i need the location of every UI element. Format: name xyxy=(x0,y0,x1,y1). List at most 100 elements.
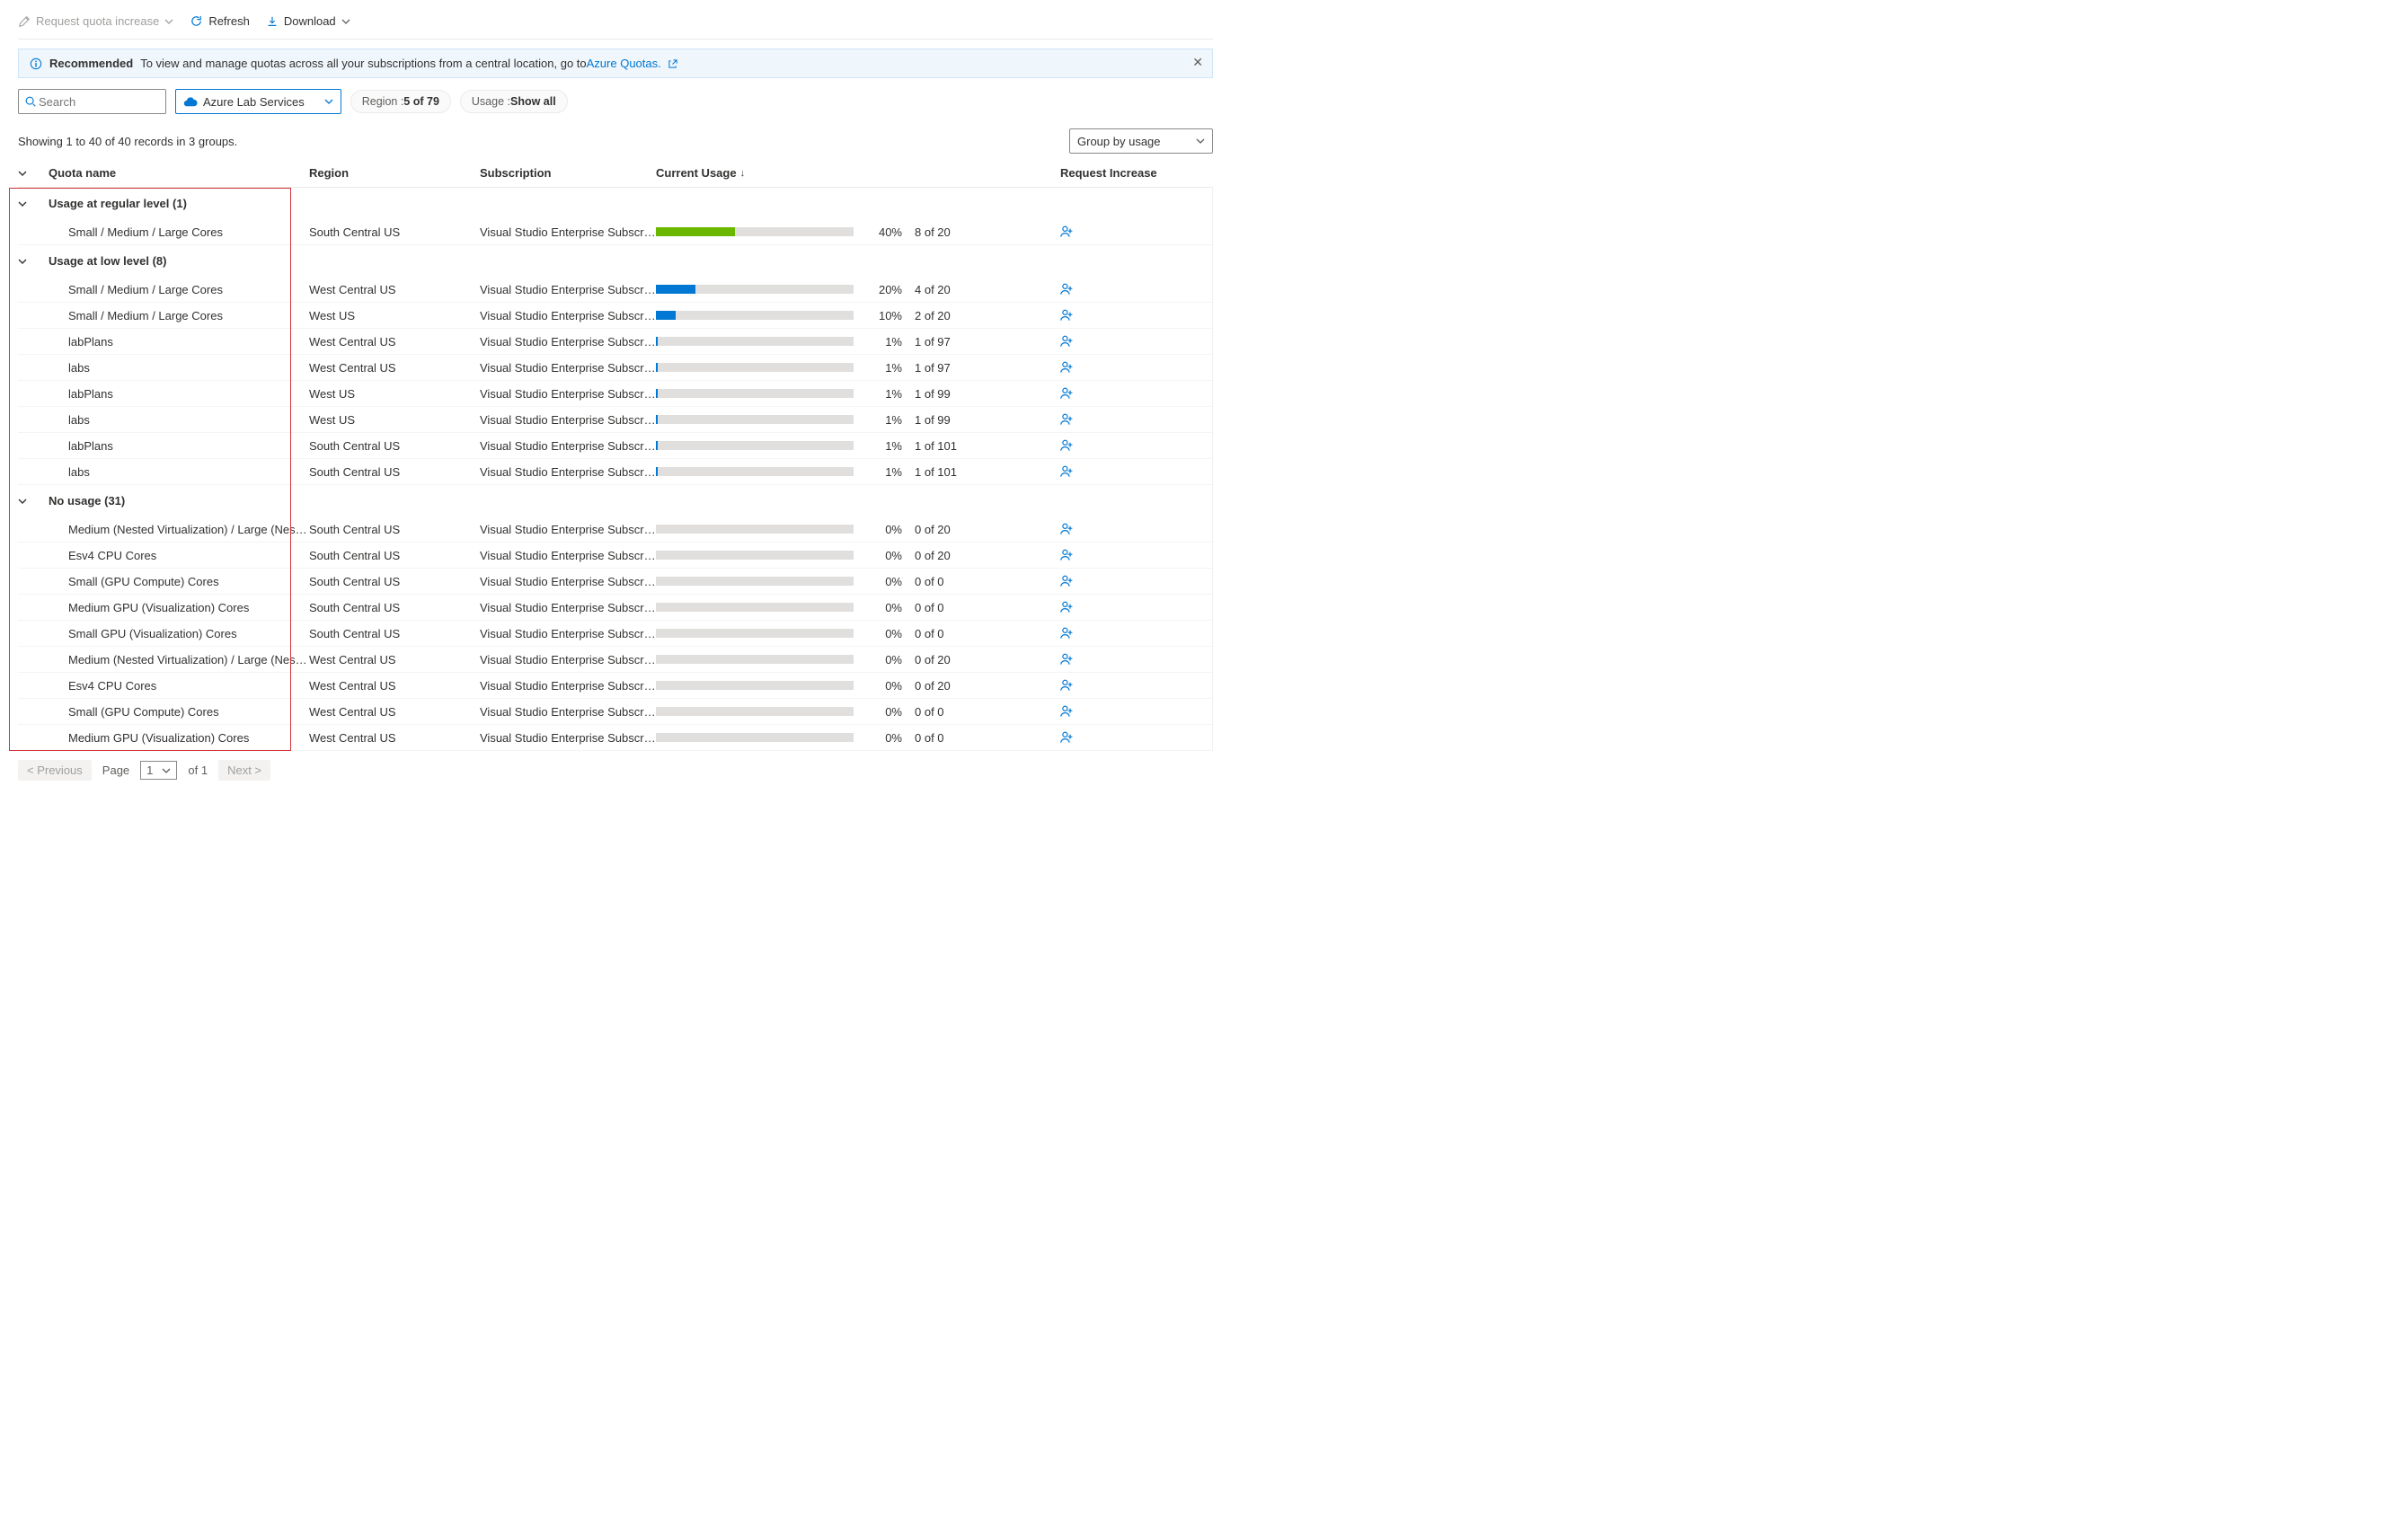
usage-bar-track xyxy=(656,577,854,586)
usage-cell: 1% 1 of 97 xyxy=(656,335,1059,349)
next-page-button[interactable]: Next > xyxy=(218,760,270,781)
request-increase-cell[interactable] xyxy=(1059,334,1212,349)
quota-row[interactable]: Medium (Nested Virtualization) / Large (… xyxy=(18,516,1212,543)
region-cell: West US xyxy=(309,309,480,322)
quota-row[interactable]: labs South Central US Visual Studio Ente… xyxy=(18,459,1212,485)
previous-page-button[interactable]: < Previous xyxy=(18,760,92,781)
request-increase-cell[interactable] xyxy=(1059,282,1212,296)
usage-bar-track xyxy=(656,389,854,398)
usage-bar-track xyxy=(656,603,854,612)
usage-bar-track xyxy=(656,415,854,424)
request-increase-cell[interactable] xyxy=(1059,360,1212,375)
quota-row[interactable]: Small / Medium / Large Cores South Centr… xyxy=(18,219,1212,245)
col-header-usage[interactable]: Current Usage↓ xyxy=(656,166,1060,180)
usage-percent: 40% xyxy=(866,225,902,239)
request-quota-increase-button[interactable]: Request quota increase xyxy=(18,14,173,28)
quota-row[interactable]: Medium GPU (Visualization) Cores West Ce… xyxy=(18,725,1212,751)
request-increase-cell[interactable] xyxy=(1059,652,1212,666)
col-header-quota[interactable]: Quota name xyxy=(49,166,309,180)
quota-row[interactable]: Small (GPU Compute) Cores South Central … xyxy=(18,569,1212,595)
external-link-icon xyxy=(668,59,677,69)
request-increase-cell[interactable] xyxy=(1059,626,1212,640)
download-button[interactable]: Download xyxy=(266,14,350,28)
quota-name-cell: Medium GPU (Visualization) Cores xyxy=(49,601,309,614)
request-increase-cell[interactable] xyxy=(1059,522,1212,536)
provider-label: Azure Lab Services xyxy=(203,95,305,109)
search-box[interactable] xyxy=(18,89,166,114)
quota-row[interactable]: Esv4 CPU Cores South Central US Visual S… xyxy=(18,543,1212,569)
usage-percent: 1% xyxy=(866,465,902,479)
request-increase-cell[interactable] xyxy=(1059,678,1212,693)
usage-bar-track xyxy=(656,707,854,716)
region-filter-label: Region : xyxy=(362,95,404,108)
quota-row[interactable]: Small GPU (Visualization) Cores South Ce… xyxy=(18,621,1212,647)
group-header[interactable]: Usage at regular level (1) xyxy=(18,188,1212,219)
request-increase-cell[interactable] xyxy=(1059,548,1212,562)
subscription-cell: Visual Studio Enterprise Subscri... xyxy=(480,413,656,427)
page-number-dropdown[interactable]: 1 xyxy=(140,761,177,780)
usage-of-value: 1 of 101 xyxy=(915,439,987,453)
quota-row[interactable]: Small / Medium / Large Cores West Centra… xyxy=(18,277,1212,303)
quota-row[interactable]: Medium GPU (Visualization) Cores South C… xyxy=(18,595,1212,621)
group-header[interactable]: Usage at low level (8) xyxy=(18,245,1212,277)
usage-of-value: 0 of 20 xyxy=(915,653,987,666)
request-increase-cell[interactable] xyxy=(1059,308,1212,322)
usage-bar-track xyxy=(656,227,854,236)
edit-icon xyxy=(18,15,31,28)
quota-row[interactable]: labs West US Visual Studio Enterprise Su… xyxy=(18,407,1212,433)
command-bar: Request quota increase Refresh Download xyxy=(18,9,1213,40)
refresh-button[interactable]: Refresh xyxy=(190,14,250,28)
col-header-request[interactable]: Request Increase xyxy=(1060,166,1213,180)
subscription-cell: Visual Studio Enterprise Subscri... xyxy=(480,575,656,588)
usage-percent: 0% xyxy=(866,575,902,588)
expand-all-toggle[interactable] xyxy=(18,169,49,178)
provider-dropdown[interactable]: Azure Lab Services xyxy=(175,89,341,114)
usage-bar-fill xyxy=(656,467,658,476)
usage-filter-value: Show all xyxy=(510,95,556,108)
quota-row[interactable]: labPlans South Central US Visual Studio … xyxy=(18,433,1212,459)
request-increase-cell[interactable] xyxy=(1059,574,1212,588)
quota-name-cell: Small (GPU Compute) Cores xyxy=(49,705,309,719)
download-label: Download xyxy=(284,14,336,28)
group-title: No usage (31) xyxy=(49,494,125,508)
quota-row[interactable]: labPlans West US Visual Studio Enterpris… xyxy=(18,381,1212,407)
col-header-region[interactable]: Region xyxy=(309,166,480,180)
quota-name-cell: Medium GPU (Visualization) Cores xyxy=(49,731,309,745)
quota-row[interactable]: Medium (Nested Virtualization) / Large (… xyxy=(18,647,1212,673)
usage-percent: 0% xyxy=(866,731,902,745)
request-increase-cell[interactable] xyxy=(1059,600,1212,614)
chevron-down-icon xyxy=(324,97,333,106)
search-input[interactable] xyxy=(37,94,160,110)
subscription-cell: Visual Studio Enterprise Subscri... xyxy=(480,627,656,640)
usage-percent: 1% xyxy=(866,413,902,427)
download-icon xyxy=(266,15,279,28)
usage-percent: 20% xyxy=(866,283,902,296)
col-header-subscription[interactable]: Subscription xyxy=(480,166,656,180)
usage-of-value: 0 of 0 xyxy=(915,575,987,588)
usage-filter-pill[interactable]: Usage : Show all xyxy=(460,90,568,113)
quota-row[interactable]: labPlans West Central US Visual Studio E… xyxy=(18,329,1212,355)
request-increase-cell[interactable] xyxy=(1059,412,1212,427)
request-increase-cell[interactable] xyxy=(1059,464,1212,479)
region-filter-pill[interactable]: Region : 5 of 79 xyxy=(350,90,451,113)
request-increase-icon xyxy=(1059,282,1212,296)
quota-name-cell: Small (GPU Compute) Cores xyxy=(49,575,309,588)
request-increase-cell[interactable] xyxy=(1059,438,1212,453)
close-banner-button[interactable]: ✕ xyxy=(1192,55,1203,70)
usage-of-value: 0 of 0 xyxy=(915,601,987,614)
quota-row[interactable]: Small / Medium / Large Cores West US Vis… xyxy=(18,303,1212,329)
group-header[interactable]: No usage (31) xyxy=(18,485,1212,516)
quota-row[interactable]: Esv4 CPU Cores West Central US Visual St… xyxy=(18,673,1212,699)
quota-row[interactable]: Small (GPU Compute) Cores West Central U… xyxy=(18,699,1212,725)
usage-of-value: 4 of 20 xyxy=(915,283,987,296)
group-title: Usage at low level (8) xyxy=(49,254,167,268)
request-increase-cell[interactable] xyxy=(1059,730,1212,745)
quota-row[interactable]: labs West Central US Visual Studio Enter… xyxy=(18,355,1212,381)
request-increase-cell[interactable] xyxy=(1059,386,1212,401)
request-increase-icon xyxy=(1059,730,1212,745)
azure-quotas-link[interactable]: Azure Quotas. xyxy=(587,57,678,70)
request-increase-cell[interactable] xyxy=(1059,704,1212,719)
group-by-dropdown[interactable]: Group by usage xyxy=(1069,128,1213,154)
subscription-cell: Visual Studio Enterprise Subscri... xyxy=(480,335,656,349)
request-increase-cell[interactable] xyxy=(1059,225,1212,239)
